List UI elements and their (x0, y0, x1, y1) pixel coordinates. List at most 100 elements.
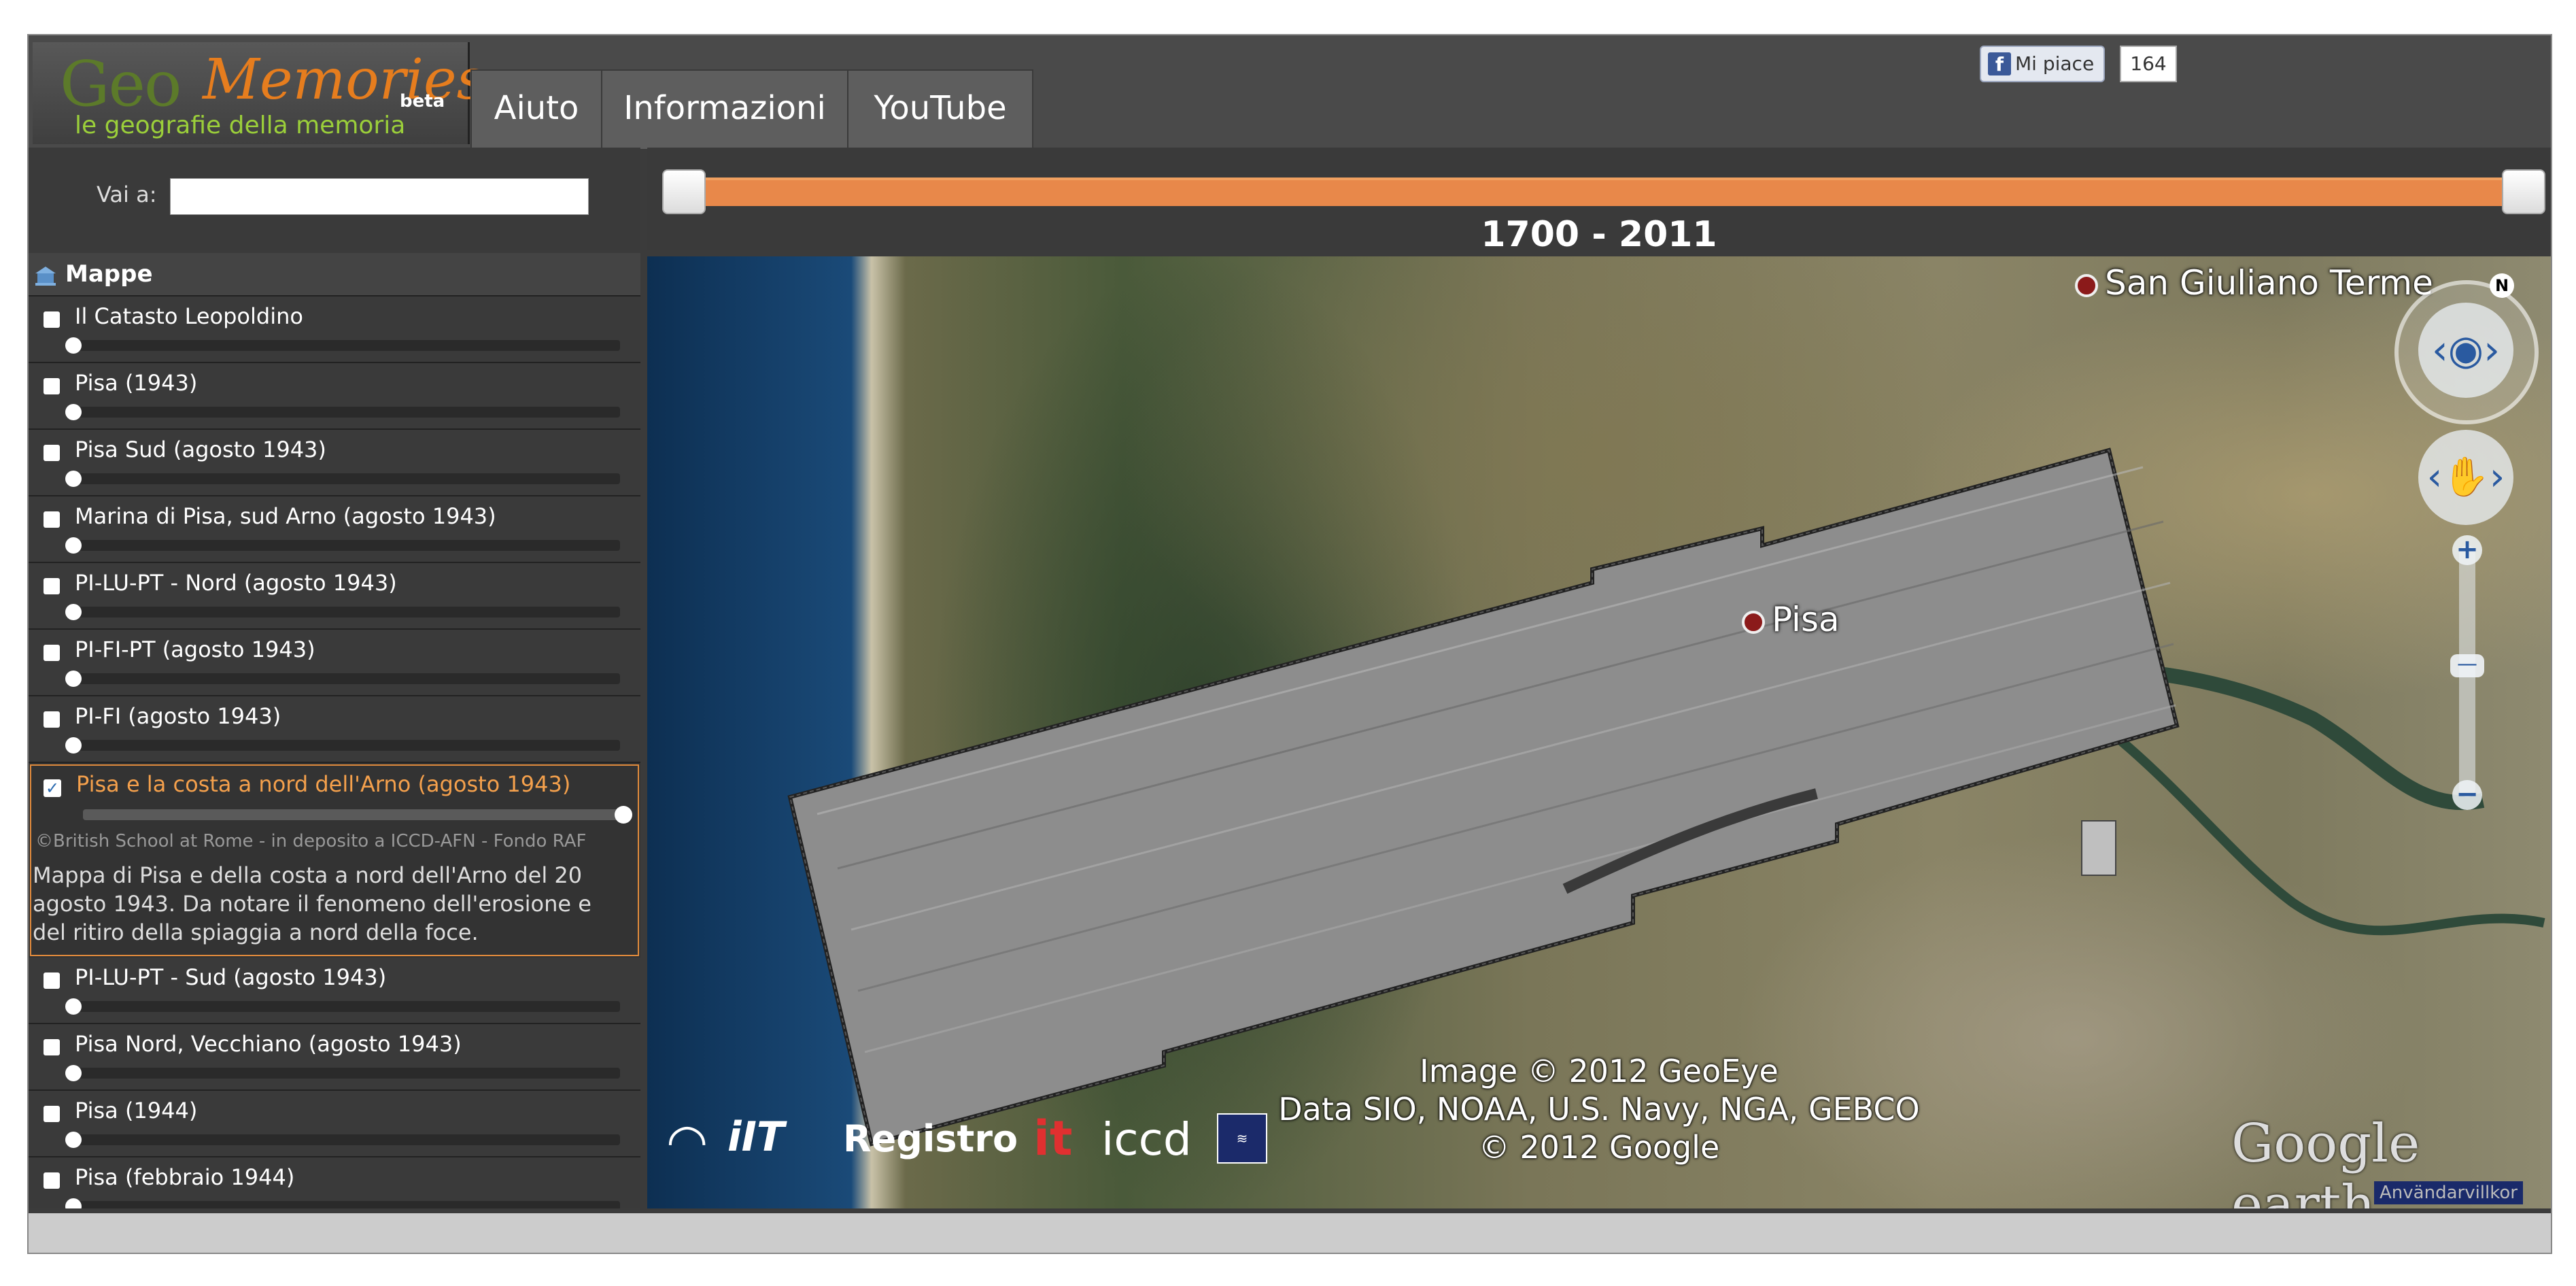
opacity-knob[interactable] (65, 404, 82, 420)
opacity-knob[interactable] (615, 806, 632, 824)
timeline-bar: 1700 - 2011 (647, 148, 2551, 255)
layer-checkbox[interactable] (44, 311, 60, 328)
layer-opacity-slider[interactable] (65, 471, 620, 487)
sidebar-title: Mappe (65, 260, 153, 288)
logo[interactable]: Geo Memories beta le geografie della mem… (33, 42, 485, 144)
place-pisa[interactable]: Pisa (1742, 600, 1840, 639)
timeline-start-handle[interactable] (662, 169, 706, 214)
layer-item[interactable]: PI-FI-PT (agosto 1943) (29, 630, 640, 696)
move-control-hand-icon[interactable]: ‹✋› (2418, 430, 2513, 525)
tab-youtube[interactable]: YouTube (847, 69, 1033, 150)
layer-checkbox[interactable] (44, 1106, 60, 1122)
layer-label: PI-LU-PT - Sud (agosto 1943) (75, 964, 387, 990)
layer-checkbox[interactable] (44, 711, 60, 728)
map-attribution: Image © 2012 GeoEye Data SIO, NOAA, U.S.… (1259, 1052, 1939, 1166)
layer-opacity-slider[interactable] (65, 404, 620, 420)
opacity-knob[interactable] (65, 337, 82, 354)
look-control-eye-icon[interactable]: ‹◉› (2418, 303, 2513, 398)
layer-checkbox[interactable] (44, 578, 60, 594)
opacity-knob[interactable] (65, 537, 82, 554)
layer-label: Pisa (1943) (75, 370, 198, 396)
maps-sidebar: Mappe Il Catasto Leopoldino Pisa (1943) Pi… (29, 253, 640, 1208)
layer-description: Mappa di Pisa e della costa a nord dell'… (33, 862, 591, 945)
opacity-knob[interactable] (65, 1132, 82, 1148)
layer-checkbox[interactable] (44, 445, 60, 461)
map-view[interactable]: San Giuliano Terme Pisa Image © 2012 Geo… (647, 256, 2551, 1208)
layer-checkbox[interactable] (44, 511, 60, 528)
layer-checkbox[interactable] (44, 378, 60, 394)
opacity-knob[interactable] (65, 671, 82, 687)
opacity-knob[interactable] (65, 471, 82, 487)
layer-item[interactable]: PI-LU-PT - Nord (agosto 1943) (29, 563, 640, 630)
layer-checkbox[interactable] (44, 645, 60, 661)
layer-item[interactable]: Marina di Pisa, sud Arno (agosto 1943) (29, 496, 640, 563)
layer-checkbox[interactable] (44, 972, 60, 989)
north-indicator[interactable]: N (2490, 273, 2514, 298)
layer-label: PI-FI (agosto 1943) (75, 703, 281, 729)
zoom-in-button[interactable]: + (2452, 535, 2482, 565)
terms-link[interactable]: Användarvillkor (2374, 1181, 2523, 1204)
layer-opacity-slider[interactable] (83, 806, 632, 824)
facebook-like-button[interactable]: f Mi piace (1980, 46, 2105, 82)
attribution-line: Image © 2012 GeoEye (1420, 1053, 1779, 1089)
logo-beta: beta (400, 91, 445, 112)
layer-opacity-slider[interactable] (65, 998, 620, 1015)
cnr-logo-icon: ◠ (666, 1113, 708, 1169)
zoom-out-button[interactable]: − (2452, 780, 2482, 810)
layer-item-active[interactable]: ✓ Pisa e la costa a nord dell'Arno (agos… (30, 764, 639, 956)
iccd-logo: iccd (1101, 1113, 1192, 1166)
bsr-logo-icon: ≋ (1217, 1113, 1267, 1164)
layer-item[interactable]: Pisa Sud (agosto 1943) (29, 430, 640, 496)
tab-informazioni[interactable]: Informazioni (601, 69, 848, 150)
layer-opacity-slider[interactable] (65, 1198, 620, 1208)
tab-aiuto[interactable]: Aiuto (470, 69, 602, 150)
layer-opacity-slider[interactable] (65, 537, 620, 554)
layer-checkbox[interactable] (44, 1039, 60, 1055)
sidebar-header[interactable]: Mappe (29, 253, 640, 297)
layer-label: PI-FI-PT (agosto 1943) (75, 637, 315, 662)
registro-logo: Registro (843, 1117, 1018, 1160)
layer-item[interactable]: Pisa (1943) (29, 363, 640, 430)
layer-opacity-slider[interactable] (65, 337, 620, 354)
layer-opacity-slider[interactable] (65, 671, 620, 687)
layer-opacity-slider[interactable] (65, 737, 620, 754)
place-san-giuliano-terme[interactable]: San Giuliano Terme (2075, 263, 2433, 303)
place-label: Pisa (1772, 600, 1840, 639)
place-label: San Giuliano Terme (2105, 263, 2433, 303)
app-frame: Geo Memories beta le geografie della mem… (27, 34, 2552, 1254)
layer-checkbox-checked[interactable]: ✓ (44, 779, 61, 797)
place-marker-icon (1742, 610, 1765, 634)
layer-item[interactable]: Pisa Nord, Vecchiano (agosto 1943) (29, 1024, 640, 1091)
timeline-range-label: 1700 - 2011 (1481, 214, 1717, 255)
layer-item[interactable]: Pisa (febbraio 1944) (29, 1157, 640, 1208)
attribution-line: © 2012 Google (1478, 1129, 1720, 1166)
layer-opacity-slider[interactable] (65, 1065, 620, 1081)
layer-opacity-slider[interactable] (65, 604, 620, 620)
place-marker-icon (2075, 273, 2098, 297)
opacity-knob[interactable] (65, 604, 82, 620)
goto-input[interactable] (170, 178, 589, 215)
layer-item[interactable]: Il Catasto Leopoldino (29, 297, 640, 363)
goto-bar: Vai a: (29, 148, 640, 250)
layer-label: Pisa e la costa a nord dell'Arno (agosto… (76, 771, 571, 797)
maps-icon (35, 266, 56, 286)
layer-item[interactable]: PI-LU-PT - Sud (agosto 1943) (29, 958, 640, 1024)
logo-tagline: le geografie della memoria (75, 112, 406, 139)
opacity-knob[interactable] (65, 737, 82, 754)
zoom-slider-handle[interactable]: — (2450, 654, 2484, 677)
opacity-knob[interactable] (65, 998, 82, 1015)
layer-label: Il Catasto Leopoldino (75, 303, 303, 329)
timeline-slider-track[interactable] (674, 177, 2517, 206)
timeline-end-handle[interactable] (2502, 169, 2545, 214)
opacity-knob[interactable] (65, 1065, 82, 1081)
layer-item[interactable]: Pisa (1944) (29, 1091, 640, 1157)
layer-label: Pisa Sud (agosto 1943) (75, 437, 326, 462)
it-logo: it (1033, 1111, 1073, 1166)
layer-item[interactable]: PI-FI (agosto 1943) (29, 696, 640, 763)
layer-label: Pisa (febbraio 1944) (75, 1164, 295, 1190)
opacity-knob[interactable] (65, 1198, 82, 1208)
layer-checkbox[interactable] (44, 1172, 60, 1189)
logo-geo: Geo (60, 48, 182, 120)
layer-opacity-slider[interactable] (65, 1132, 620, 1148)
layer-label: Marina di Pisa, sud Arno (agosto 1943) (75, 503, 496, 529)
